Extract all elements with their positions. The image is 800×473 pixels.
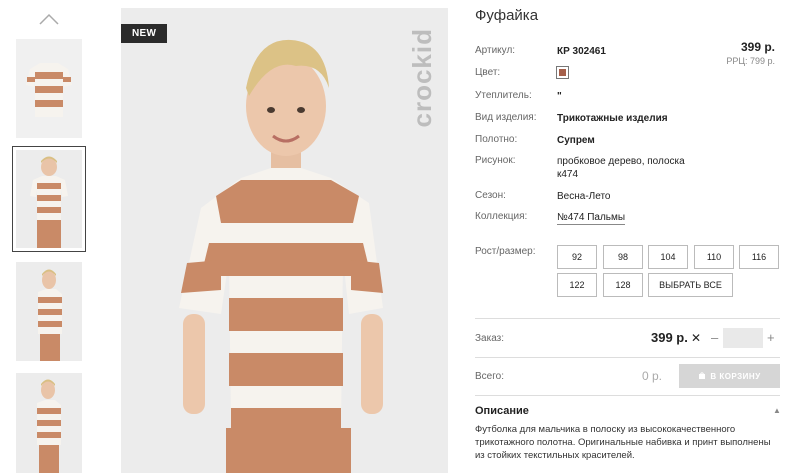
thumbnail-front[interactable] (12, 146, 86, 252)
attr-value: КР 302461 (557, 46, 606, 57)
qty-increase-button[interactable]: + (767, 330, 775, 345)
qty-decrease-button[interactable]: – (711, 330, 718, 345)
new-badge: NEW (121, 24, 168, 43)
total-label: Всего: (475, 371, 504, 382)
attr-label: Утеплитель: (475, 90, 532, 101)
main-product-photo[interactable]: NEW crockid (121, 8, 448, 473)
attr-label: Коллекция: (475, 211, 528, 222)
size-option[interactable]: 98 (603, 245, 643, 269)
size-option[interactable]: 92 (557, 245, 597, 269)
attr-label: Рисунок: (475, 155, 516, 166)
child-side-image-2 (16, 373, 82, 473)
thumbnail-tshirt[interactable] (16, 39, 82, 138)
tshirt-flat-image (16, 39, 82, 138)
order-price: 399 р. (651, 330, 688, 345)
size-option[interactable]: 104 (648, 245, 688, 269)
add-to-cart-label: В КОРЗИНУ (710, 371, 761, 381)
brand-watermark: crockid (407, 28, 437, 128)
attr-value: " (557, 91, 562, 102)
thumbnail-side-2[interactable] (16, 373, 82, 473)
chevron-up-icon[interactable] (39, 13, 59, 25)
attr-value: Весна-Лето (557, 191, 611, 202)
attr-value: пробковое дерево, полоска к474 (557, 156, 685, 180)
child-side-image (16, 262, 82, 361)
order-label: Заказ: (475, 333, 505, 344)
description-title[interactable]: Описание (475, 405, 529, 417)
divider (475, 395, 780, 396)
divider (475, 318, 780, 319)
child-front-image (16, 150, 82, 248)
size-option[interactable]: 116 (739, 245, 779, 269)
product-price: 399 р. (740, 40, 775, 54)
product-title: Фуфайка (475, 7, 539, 24)
attr-value: Трикотажные изделия (557, 113, 668, 124)
description-text: Футболка для мальчика в полоску из высок… (475, 424, 771, 461)
total-value: 0 р. (642, 369, 663, 383)
attr-label: Сезон: (475, 190, 506, 201)
cart-icon (699, 372, 706, 379)
size-option[interactable]: 128 (603, 273, 643, 297)
product-info: Фуфайка 399 р. РРЦ: 799 р. Артикул: КР 3… (475, 0, 785, 473)
attr-value (556, 66, 707, 82)
close-icon[interactable]: ✕ (691, 331, 701, 345)
quantity-input[interactable] (723, 328, 763, 348)
divider (475, 357, 780, 358)
collection-link[interactable]: №474 Пальмы (557, 212, 626, 225)
sizes-label: Рост/размер: (475, 246, 536, 257)
chevron-up-icon[interactable]: ▲ (773, 406, 781, 415)
attr-label: Артикул: (475, 45, 516, 56)
attr-label: Цвет: (475, 67, 501, 78)
attr-label: Вид изделия: (475, 112, 537, 123)
select-all-sizes-button[interactable]: ВЫБРАТЬ ВСЕ (648, 273, 733, 297)
attr-value: №474 Пальмы (557, 211, 707, 225)
color-swatch[interactable] (556, 66, 569, 79)
size-option[interactable]: 110 (694, 245, 734, 269)
thumbnail-gallery (0, 0, 100, 473)
thumbnail-side[interactable] (16, 262, 82, 361)
add-to-cart-button[interactable]: В КОРЗИНУ (679, 364, 780, 388)
attr-label: Полотно: (475, 134, 518, 145)
attr-value: Супрем (557, 135, 595, 146)
size-option[interactable]: 122 (557, 273, 597, 297)
child-in-striped-tshirt-image (121, 8, 448, 473)
rrc-price: РРЦ: 799 р. (726, 56, 775, 66)
